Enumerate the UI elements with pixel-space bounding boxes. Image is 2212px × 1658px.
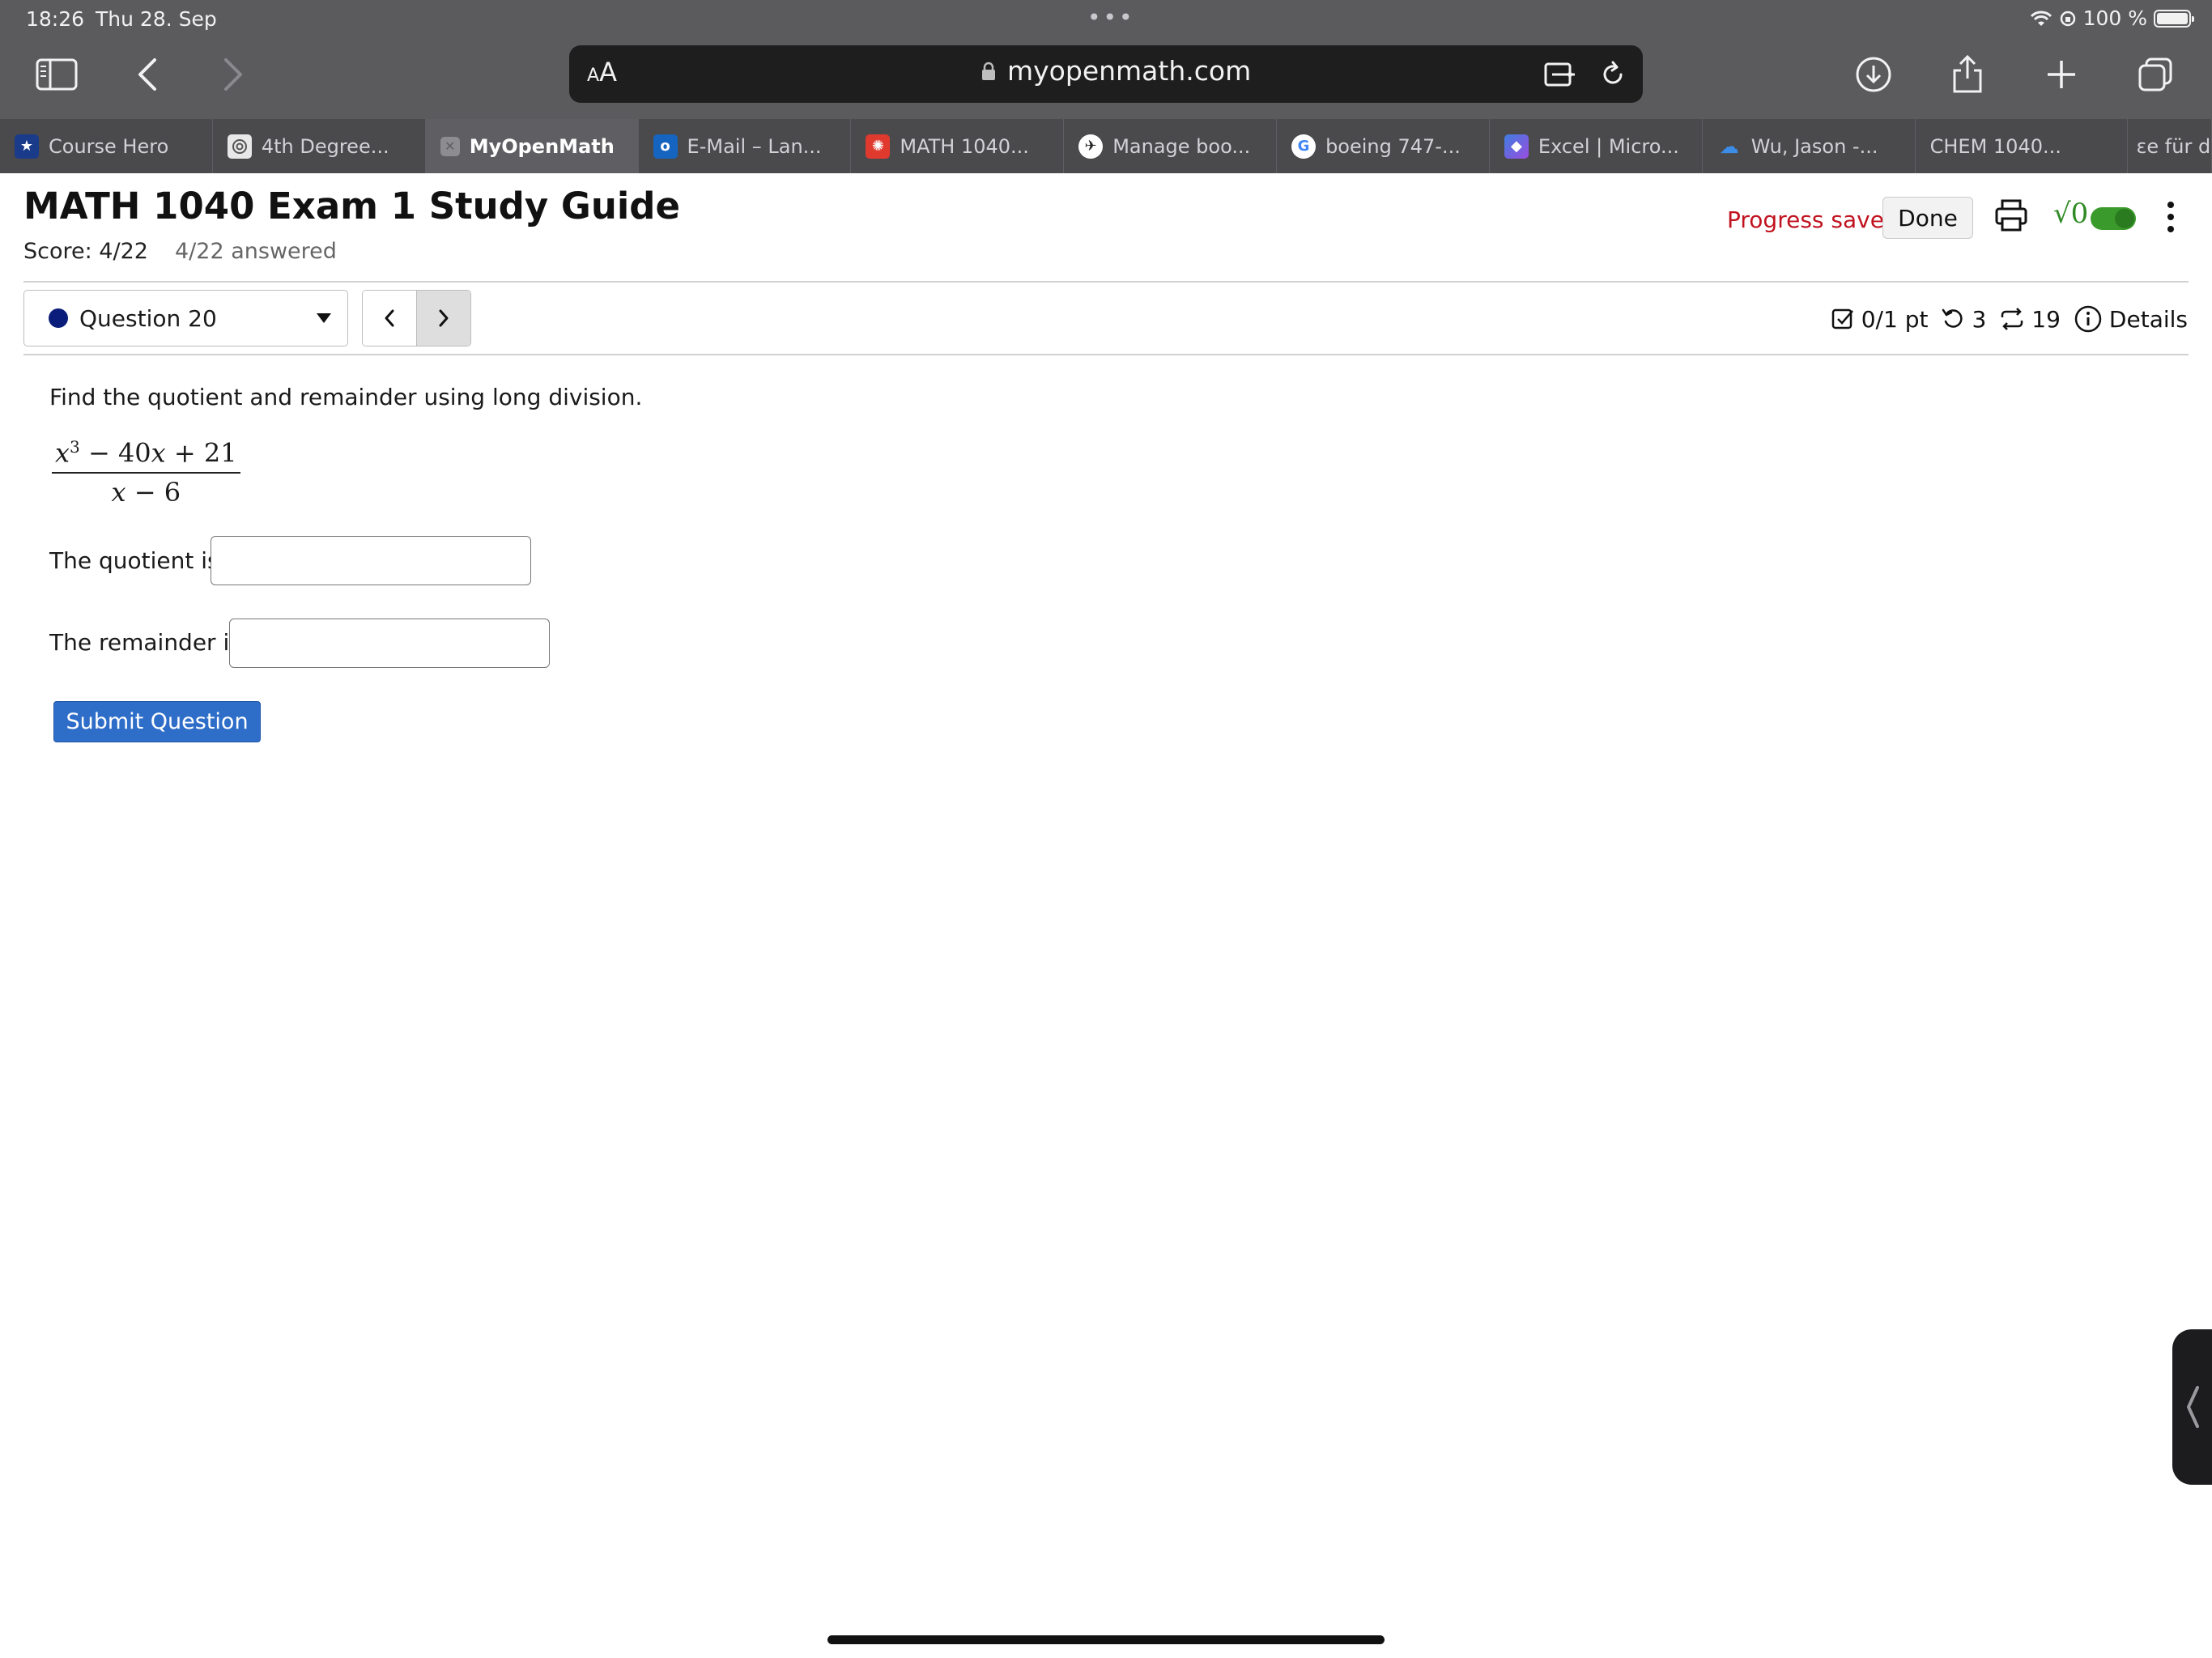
- answered-count: 4/22 answered: [175, 239, 337, 264]
- divider: [23, 354, 2189, 355]
- numerator: x3 − 40x + 21: [52, 437, 240, 474]
- retries-indicator: 3: [1941, 306, 1986, 333]
- share-icon[interactable]: [1942, 49, 1993, 100]
- tab-email[interactable]: o E-Mail – Lan...: [639, 119, 852, 173]
- next-question-button[interactable]: [416, 291, 470, 346]
- tab-4th-degree[interactable]: 4th Degree...: [213, 119, 426, 173]
- url-text: myopenmath.com: [1007, 55, 1252, 87]
- progress-saved-status: Progress saved: [1727, 206, 1899, 233]
- tab-overflow[interactable]: ɛe für de...: [2128, 119, 2212, 173]
- home-indicator[interactable]: [827, 1635, 1385, 1644]
- chevron-left-icon: [385, 309, 394, 327]
- battery-percent: 100 %: [2082, 6, 2147, 30]
- question-prompt: Find the quotient and remainder using lo…: [49, 384, 643, 410]
- math-entry-toggle-label[interactable]: √0: [2053, 198, 2088, 230]
- forward-button[interactable]: [207, 49, 259, 100]
- status-time: 18:26: [26, 7, 85, 31]
- more-options-icon[interactable]: [2162, 199, 2180, 235]
- math-entry-toggle[interactable]: [2091, 207, 2136, 230]
- reader-aa-button[interactable]: AA: [587, 57, 617, 87]
- download-icon[interactable]: [1848, 49, 1899, 100]
- onedrive-icon: ☁: [1719, 134, 1739, 158]
- back-button[interactable]: [121, 49, 173, 100]
- rational-expression: x3 − 40x + 21 x − 6: [52, 437, 240, 508]
- course-hero-icon: ★: [15, 134, 39, 159]
- points-indicator: 0/1 pt: [1831, 305, 1929, 333]
- score-text: Score: 4/22: [23, 239, 148, 264]
- submit-question-button[interactable]: Submit Question: [53, 701, 261, 742]
- google-icon: G: [1291, 134, 1317, 159]
- quotient-input[interactable]: [211, 536, 531, 585]
- extension-icon[interactable]: [1534, 49, 1586, 100]
- details-link[interactable]: Details: [2074, 304, 2188, 334]
- chevron-right-icon: [439, 309, 449, 327]
- attempts-indicator: 19: [1999, 306, 2061, 333]
- chatgpt-icon: [227, 134, 252, 159]
- divider: [23, 281, 2189, 283]
- details-label: Details: [2108, 305, 2188, 333]
- tab-course-hero[interactable]: ★ Course Hero: [0, 119, 213, 173]
- orientation-lock-icon: [2059, 10, 2077, 28]
- status-indicators: 100 %: [2030, 6, 2194, 30]
- remainder-input[interactable]: [229, 619, 550, 668]
- print-icon[interactable]: [1993, 198, 2029, 233]
- url-display[interactable]: myopenmath.com: [981, 55, 1251, 87]
- remainder-label: The remainder is: [49, 629, 241, 656]
- tab-myopenmath[interactable]: ✕ MyOpenMath: [425, 119, 639, 173]
- info-icon: [2074, 304, 2103, 334]
- tab-math-1040[interactable]: ✺ MATH 1040...: [851, 119, 1065, 173]
- points-text: 0/1 pt: [1861, 305, 1929, 333]
- airline-icon: ✈: [1078, 134, 1104, 159]
- multitasking-dots[interactable]: •••: [1087, 4, 1135, 31]
- wifi-icon: [2030, 10, 2052, 28]
- question-selector-label: Question 20: [79, 304, 217, 332]
- tab-excel[interactable]: ◆ Excel | Micro...: [1490, 119, 1703, 173]
- close-icon[interactable]: ✕: [440, 136, 460, 156]
- tab-overview-icon[interactable]: [2129, 49, 2181, 100]
- tab-boeing-747[interactable]: G boeing 747-...: [1277, 119, 1490, 173]
- retries-count: 3: [1972, 305, 1987, 333]
- repeat-icon: [1999, 307, 2025, 331]
- question-selector[interactable]: Question 20: [23, 290, 348, 346]
- outlook-icon: o: [653, 134, 678, 159]
- attempts-count: 19: [2031, 305, 2061, 333]
- tab-wu-jason[interactable]: ☁ Wu, Jason -...: [1703, 119, 1916, 173]
- canvas-icon: ✺: [866, 134, 891, 159]
- previous-question-button[interactable]: [363, 291, 416, 346]
- tab-manage-booking[interactable]: ✈ Manage boo...: [1064, 119, 1278, 173]
- new-tab-icon[interactable]: [2035, 49, 2087, 100]
- chevron-left-icon: [2186, 1386, 2199, 1428]
- checkbox-icon: [1831, 307, 1855, 331]
- tab-chem-1040[interactable]: CHEM 1040...: [1916, 119, 2129, 173]
- status-date: Thu 28. Sep: [96, 7, 217, 31]
- retry-icon: [1941, 307, 1965, 331]
- battery-icon: [2154, 9, 2194, 28]
- question-nav-group: [362, 290, 471, 346]
- tab-bar: ★ Course Hero 4th Degree... ✕ MyOpenMath…: [0, 119, 2212, 173]
- question-meta: 0/1 pt 3 19 Details: [1831, 304, 2188, 334]
- page-title: MATH 1040 Exam 1 Study Guide: [23, 185, 681, 227]
- lock-icon: [981, 62, 996, 81]
- caret-down-icon: [317, 313, 331, 323]
- sidebar-toggle-button[interactable]: [31, 49, 83, 100]
- slide-over-handle[interactable]: [2172, 1329, 2212, 1485]
- denominator: x − 6: [111, 476, 181, 508]
- reload-icon[interactable]: [1587, 49, 1639, 100]
- quotient-label: The quotient is: [49, 547, 219, 574]
- done-button[interactable]: Done: [1882, 197, 1973, 239]
- question-status-dot: [49, 308, 68, 328]
- copilot-icon: ◆: [1504, 134, 1529, 159]
